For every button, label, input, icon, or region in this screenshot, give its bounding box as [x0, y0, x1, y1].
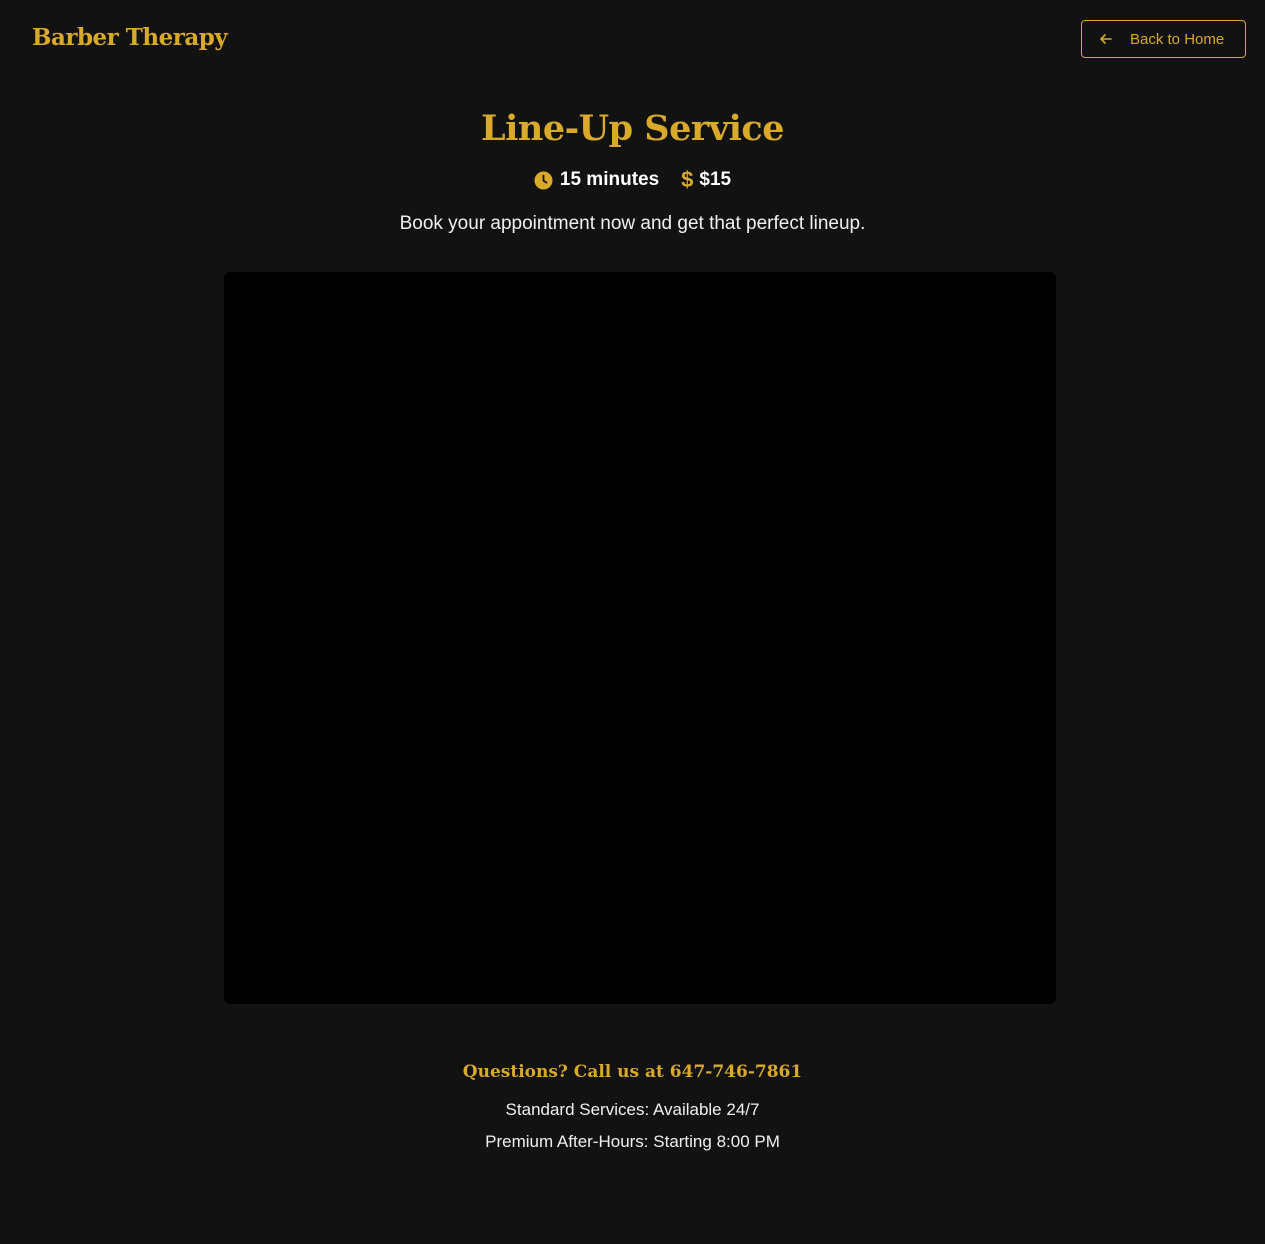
premium-hours: Premium After-Hours: Starting 8:00 PM	[485, 1132, 780, 1151]
standard-hours: Standard Services: Available 24/7	[505, 1100, 760, 1119]
booking-widget-frame[interactable]	[224, 272, 1056, 1004]
service-tagline: Book your appointment now and get that p…	[399, 213, 866, 234]
duration-info: 15 minutes	[534, 169, 659, 191]
price-info: $ $15	[681, 167, 731, 193]
back-to-home-label: Back to Home	[1130, 30, 1225, 48]
back-to-home-button[interactable]: Back to Home	[1081, 20, 1246, 58]
service-meta: 15 minutes $ $15	[0, 167, 1265, 193]
duration-text: 15 minutes	[559, 169, 660, 190]
clock-icon	[534, 171, 553, 190]
contact-phone[interactable]: Questions? Call us at 647-746-7861	[0, 1062, 1265, 1082]
brand-logo[interactable]: Barber Therapy	[32, 24, 228, 51]
dollar-icon: $	[681, 167, 694, 192]
header: Barber Therapy Back to Home	[0, 0, 1265, 82]
arrow-left-icon	[1099, 32, 1113, 46]
page-title: Line-Up Service	[480, 108, 785, 149]
price-text: $15	[699, 169, 732, 190]
